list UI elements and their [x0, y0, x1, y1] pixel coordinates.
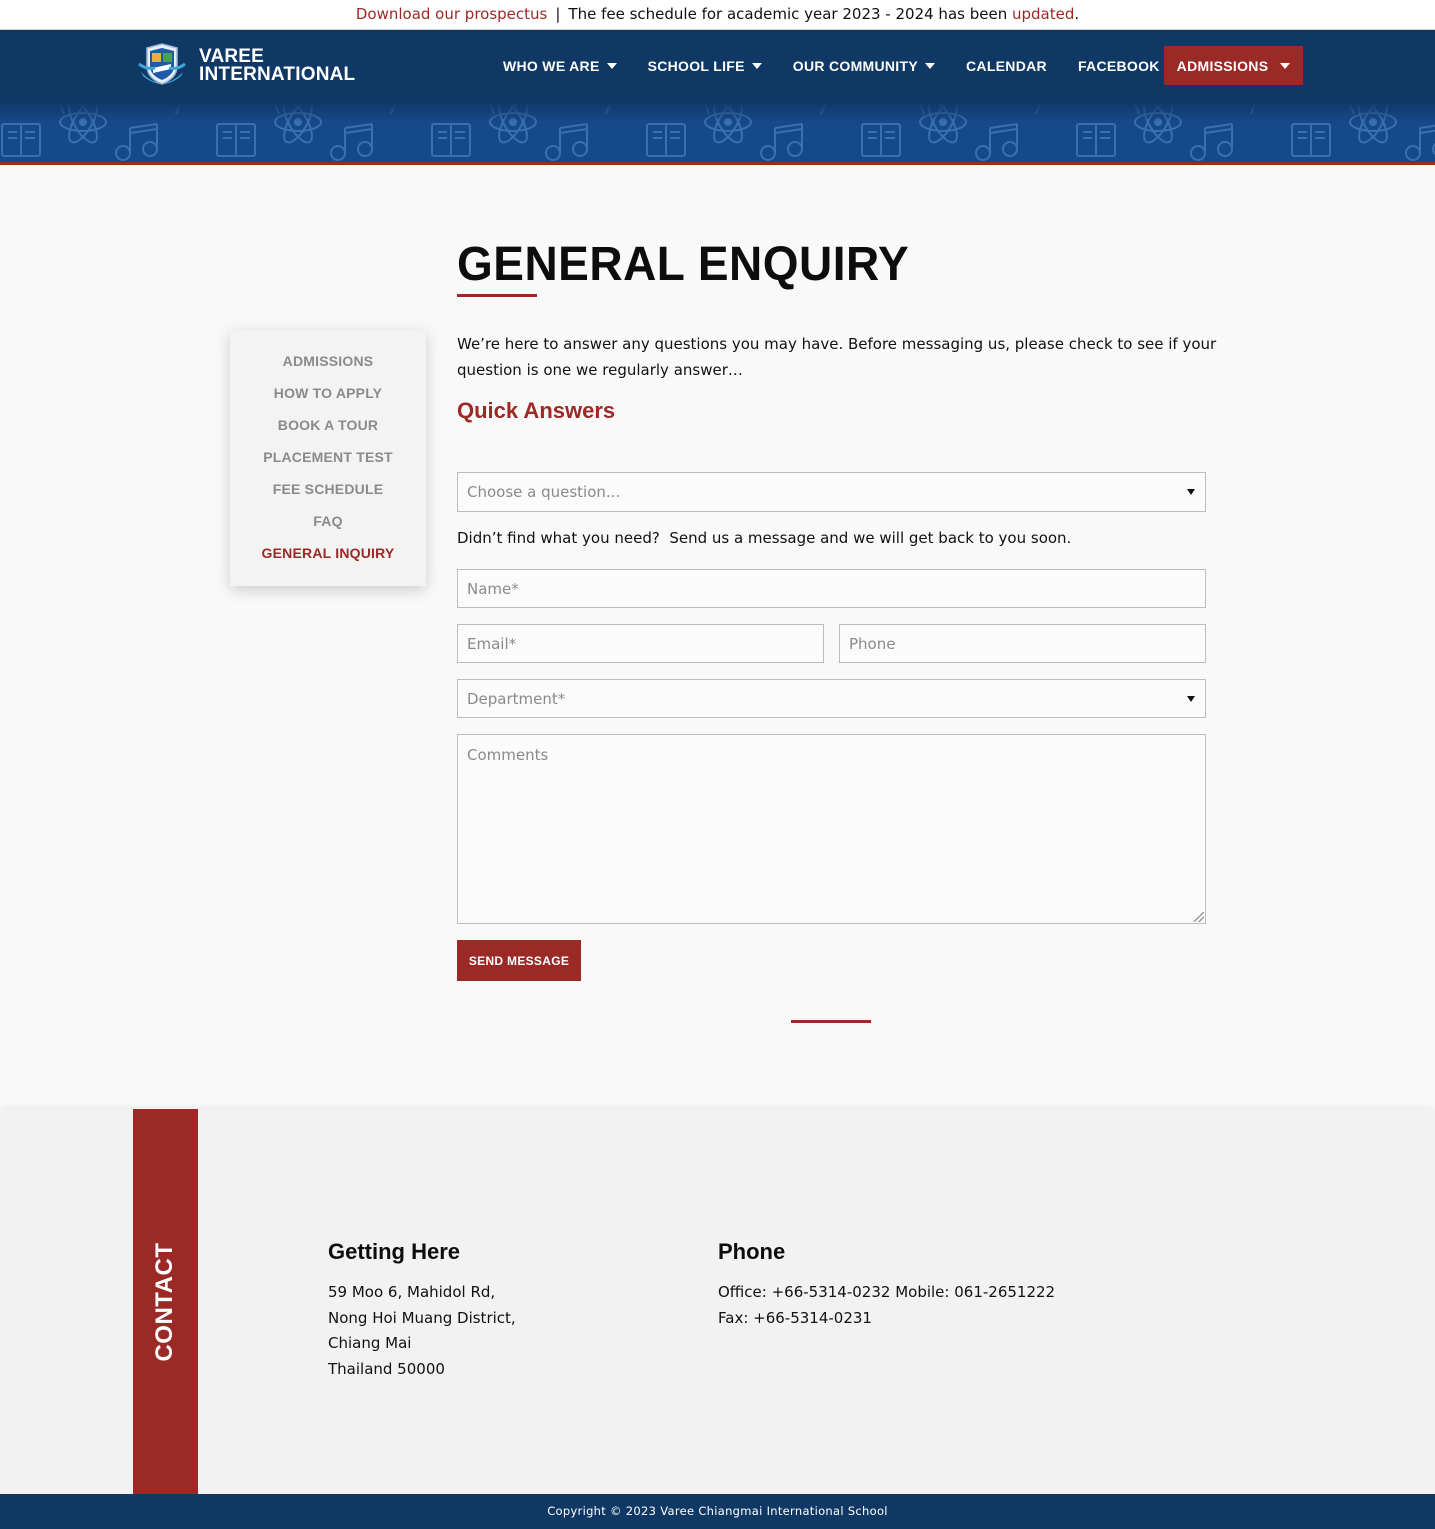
nav-calendar[interactable]: CALENDAR: [966, 58, 1047, 74]
chevron-down-icon: [1187, 695, 1195, 702]
comments-field[interactable]: Comments: [457, 734, 1206, 924]
logo-line2: INTERNATIONAL: [199, 64, 356, 85]
nav-label: OUR COMMUNITY: [792, 58, 918, 74]
nav-label: WHO WE ARE: [503, 58, 600, 74]
fee-updated-link[interactable]: updated: [1012, 5, 1074, 23]
announcement-text: The fee schedule for academic year 2023 …: [568, 5, 1008, 23]
getting-here-heading: Getting Here: [328, 1239, 461, 1264]
phone-placeholder: Phone: [849, 634, 896, 653]
admissions-label: ADMISSIONS: [1176, 57, 1269, 74]
nav-school-life[interactable]: SCHOOL LIFE: [648, 58, 762, 74]
contact-tab-label: CONTACT: [151, 1242, 178, 1362]
nav-label: CALENDAR: [966, 58, 1047, 74]
email-field[interactable]: Email*: [457, 624, 824, 663]
prospectus-link[interactable]: Download our prospectus: [356, 5, 548, 23]
contact-section: CONTACT Getting Here 59 Moo 6, Mahidol R…: [0, 1109, 1435, 1494]
contact-tab: CONTACT: [133, 1109, 198, 1494]
side-item-fee-schedule[interactable]: FEE SCHEDULE: [230, 478, 426, 510]
nav-who-we-are[interactable]: WHO WE ARE: [503, 58, 617, 74]
nav-label: SCHOOL LIFE: [647, 58, 745, 74]
side-item-admissions[interactable]: ADMISSIONS: [230, 350, 426, 382]
logo-wordmark: VAREE INTERNATIONAL: [199, 47, 356, 85]
name-field[interactable]: Name*: [457, 569, 1206, 608]
intro-text: We’re here to answer any questions you m…: [457, 335, 1217, 379]
admissions-button[interactable]: ADMISSIONS: [1164, 46, 1303, 85]
send-message-button[interactable]: SEND MESSAGE: [457, 940, 581, 981]
announcement-separator: |: [555, 5, 561, 23]
address-line: Chiang Mai: [328, 1334, 412, 1352]
chevron-down-icon: [1280, 62, 1291, 69]
title-divider: [457, 294, 537, 297]
side-item-general-inquiry[interactable]: GENERAL INQUIRY: [230, 542, 426, 574]
announcement-bar: Download our prospectus | The fee schedule…: [0, 0, 1435, 30]
comments-placeholder: Comments: [467, 746, 549, 764]
nav-our-community[interactable]: OUR COMMUNITY: [793, 58, 935, 74]
site-header: VAREE INTERNATIONAL WHO WE ARE SCHOOL LI…: [0, 30, 1435, 102]
address-line: Nong Hoi Muang District,: [328, 1308, 516, 1327]
quick-answers-heading: Quick Answers: [457, 398, 616, 423]
side-item-how-to-apply[interactable]: HOW TO APPLY: [230, 382, 426, 414]
side-item-faq[interactable]: FAQ: [230, 510, 426, 542]
email-placeholder: Email*: [467, 634, 517, 653]
name-placeholder: Name*: [467, 579, 519, 598]
resize-grip-icon[interactable]: [1194, 912, 1204, 922]
address-line: Thailand 50000: [328, 1359, 445, 1378]
chevron-down-icon: [751, 63, 762, 69]
page-title: GENERAL ENQUIRY: [457, 235, 910, 291]
main-nav: WHO WE ARE SCHOOL LIFE OUR COMMUNITY CAL…: [503, 30, 1235, 102]
address-line: 59 Moo 6, Mahidol Rd,: [328, 1283, 496, 1301]
fax-line: Fax: +66-5314-0231: [718, 1308, 872, 1327]
question-select-value: Choose a question...: [467, 483, 621, 501]
admissions-side-menu: ADMISSIONS HOW TO APPLY BOOK A TOUR PLAC…: [230, 330, 426, 586]
phone-field[interactable]: Phone: [839, 624, 1206, 663]
section-divider: [791, 1020, 871, 1023]
chevron-down-icon: [606, 63, 617, 69]
shield-logo-icon: [138, 43, 186, 85]
banner-shade: [0, 102, 1435, 122]
form-hint: Didn’t find what you need? Send us a mes…: [457, 529, 1072, 547]
chevron-down-icon: [1187, 489, 1195, 495]
phone-heading: Phone: [718, 1239, 786, 1264]
copyright-bar: Copyright © 2023 Varee Chiangmai Interna…: [0, 1494, 1435, 1529]
pattern-banner: [0, 102, 1435, 165]
side-item-placement-test[interactable]: PLACEMENT TEST: [230, 446, 426, 478]
department-select-value: Department*: [467, 689, 566, 708]
side-item-book-a-tour[interactable]: BOOK A TOUR: [230, 414, 426, 446]
department-select[interactable]: Department*: [457, 679, 1206, 718]
question-select[interactable]: Choose a question...: [457, 472, 1206, 512]
announcement-end: .: [1074, 5, 1080, 23]
site-logo[interactable]: VAREE INTERNATIONAL: [137, 42, 367, 90]
phone-line: Office: +66-5314-0232 Mobile: 061-265122…: [718, 1283, 1056, 1301]
chevron-down-icon: [925, 63, 935, 69]
